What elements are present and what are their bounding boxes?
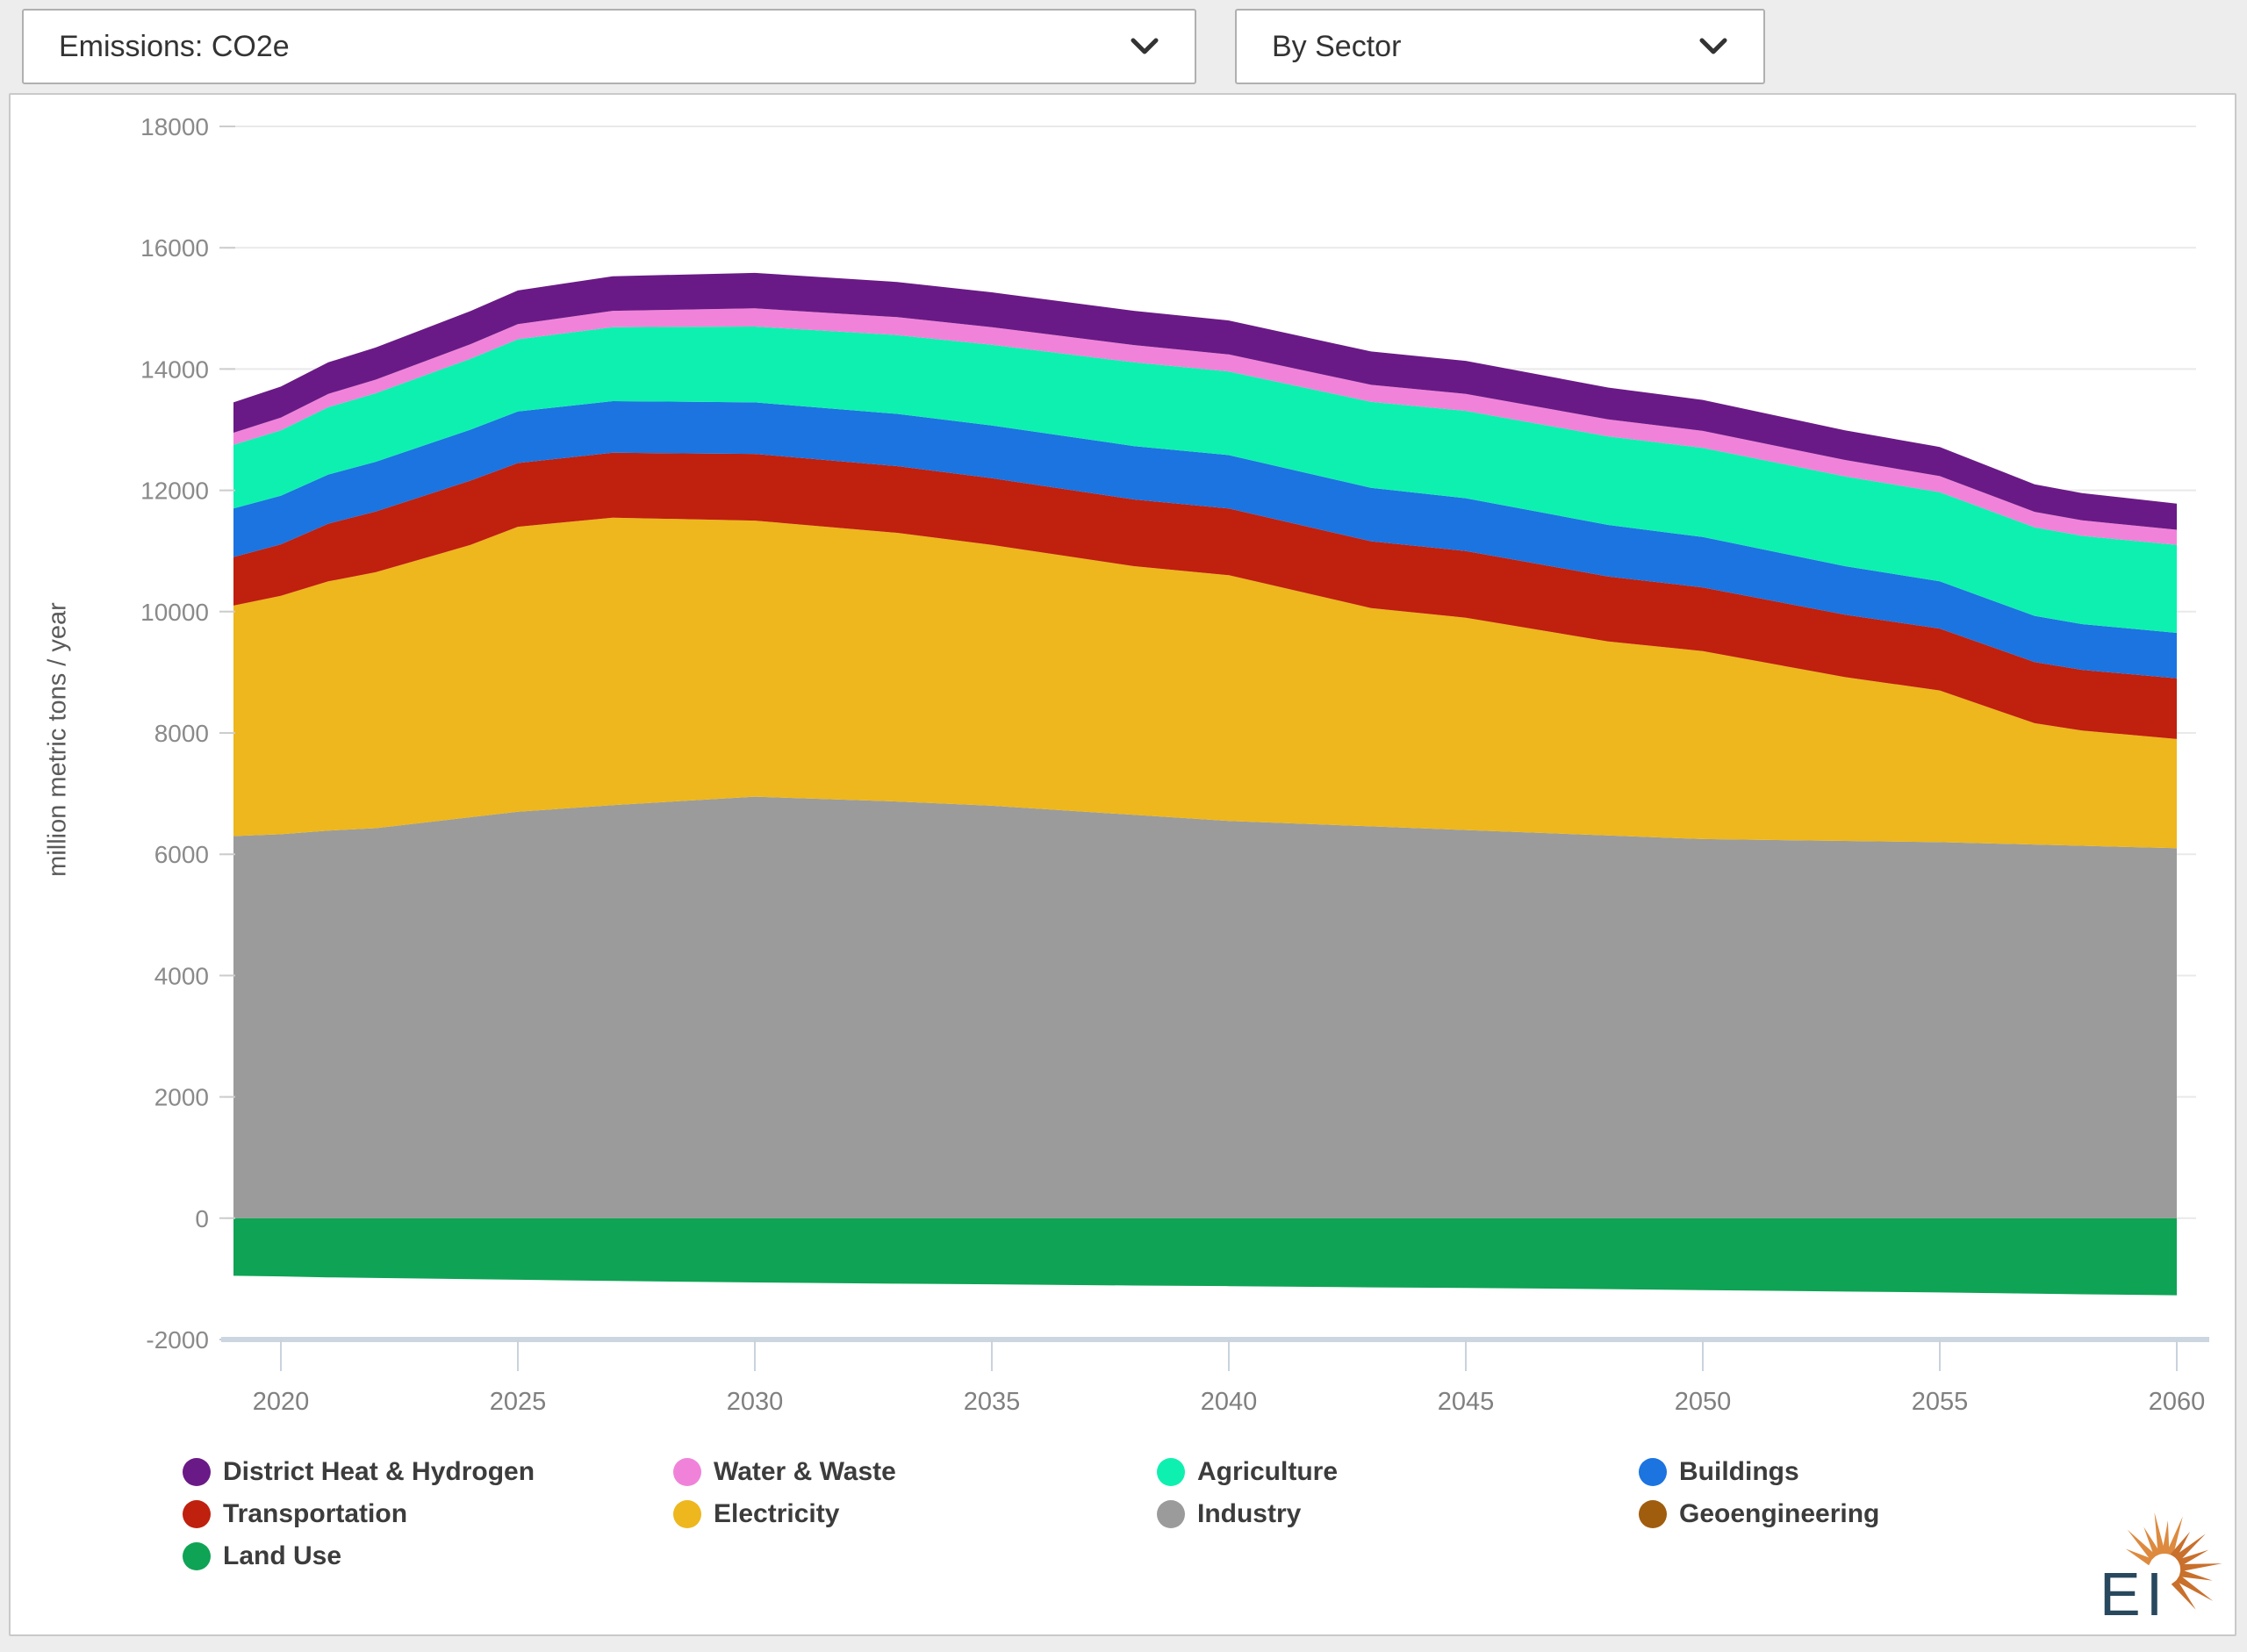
view-by-value: By Sector <box>1272 30 1681 64</box>
area-industry <box>233 797 2177 1218</box>
legend-label: District Heat & Hydrogen <box>223 1457 535 1487</box>
logo-text: EI <box>2100 1560 2168 1628</box>
legend-label: Electricity <box>714 1499 839 1529</box>
y-tick-label: 12000 <box>140 478 209 505</box>
y-tick-label: 0 <box>195 1205 209 1232</box>
legend-label: Land Use <box>223 1541 341 1571</box>
legend-item-district-heat-hydrogen: District Heat & Hydrogen <box>183 1457 673 1486</box>
legend-item-water-waste: Water & Waste <box>673 1457 1157 1486</box>
legend-item-electricity: Electricity <box>673 1499 1157 1528</box>
legend-dot <box>183 1542 211 1570</box>
emissions-metric-select[interactable]: Emissions: CO2e <box>22 9 1196 84</box>
legend-item-industry: Industry <box>1157 1499 1639 1528</box>
y-tick-label: 16000 <box>140 234 209 262</box>
x-tick-label: 2035 <box>964 1388 1021 1416</box>
y-axis-title: million metric tons / year <box>44 424 73 1056</box>
x-tick-label: 2040 <box>1201 1388 1258 1416</box>
legend-dot <box>673 1500 701 1528</box>
y-tick-label: 2000 <box>154 1084 209 1111</box>
y-tick-label: 14000 <box>140 356 209 383</box>
legend-label: Industry <box>1197 1499 1301 1529</box>
legend-item-agriculture: Agriculture <box>1157 1457 1639 1486</box>
legend-label: Geoengineering <box>1679 1499 1879 1529</box>
area-land-use <box>233 1218 2177 1296</box>
legend-item-buildings: Buildings <box>1639 1457 1879 1486</box>
sunburst-ray <box>2179 1563 2222 1571</box>
x-tick-label: 2030 <box>727 1388 784 1416</box>
legend-label: Transportation <box>223 1499 407 1529</box>
view-by-select[interactable]: By Sector <box>1235 9 1765 84</box>
legend-dot <box>1157 1458 1185 1486</box>
y-tick-label: 18000 <box>140 113 209 140</box>
legend-item-transportation: Transportation <box>183 1499 673 1528</box>
chevron-down-icon <box>1130 37 1159 56</box>
legend-dot <box>1639 1500 1667 1528</box>
y-tick-label: 10000 <box>140 599 209 626</box>
x-tick-label: 2055 <box>1912 1388 1969 1416</box>
y-tick-label: 4000 <box>154 962 209 989</box>
stacked-area-chart: -2000 0 2000 4000 6000 8000 10000 12000 14000 160… <box>11 95 2235 1634</box>
x-tick-label: 2045 <box>1438 1388 1495 1416</box>
legend-label: Buildings <box>1679 1457 1799 1487</box>
legend-dot <box>183 1500 211 1528</box>
y-tick-label: -2000 <box>146 1326 209 1354</box>
legend: District Heat & Hydrogen Water & Waste Agr… <box>183 1457 1879 1570</box>
legend-item-land-use: Land Use <box>183 1541 673 1570</box>
x-tick-label: 2050 <box>1675 1388 1732 1416</box>
y-tick-label: 8000 <box>154 720 209 747</box>
ei-sunburst-logo: EI <box>2094 1506 2226 1629</box>
x-tick-label: 2060 <box>2149 1388 2206 1416</box>
legend-dot <box>183 1458 211 1486</box>
x-tick-label: 2020 <box>253 1388 310 1416</box>
chevron-down-icon <box>1698 37 1728 56</box>
y-tick-label: 6000 <box>154 841 209 868</box>
legend-label: Agriculture <box>1197 1457 1338 1487</box>
emissions-metric-value: Emissions: CO2e <box>59 30 1112 64</box>
legend-dot <box>1639 1458 1667 1486</box>
legend-item-geoengineering: Geoengineering <box>1639 1499 1879 1528</box>
legend-label: Water & Waste <box>714 1457 896 1487</box>
chart-panel: -2000 0 2000 4000 6000 8000 10000 12000 14000 160… <box>9 93 2236 1636</box>
x-tick-label: 2025 <box>490 1388 547 1416</box>
legend-dot <box>673 1458 701 1486</box>
legend-dot <box>1157 1500 1185 1528</box>
